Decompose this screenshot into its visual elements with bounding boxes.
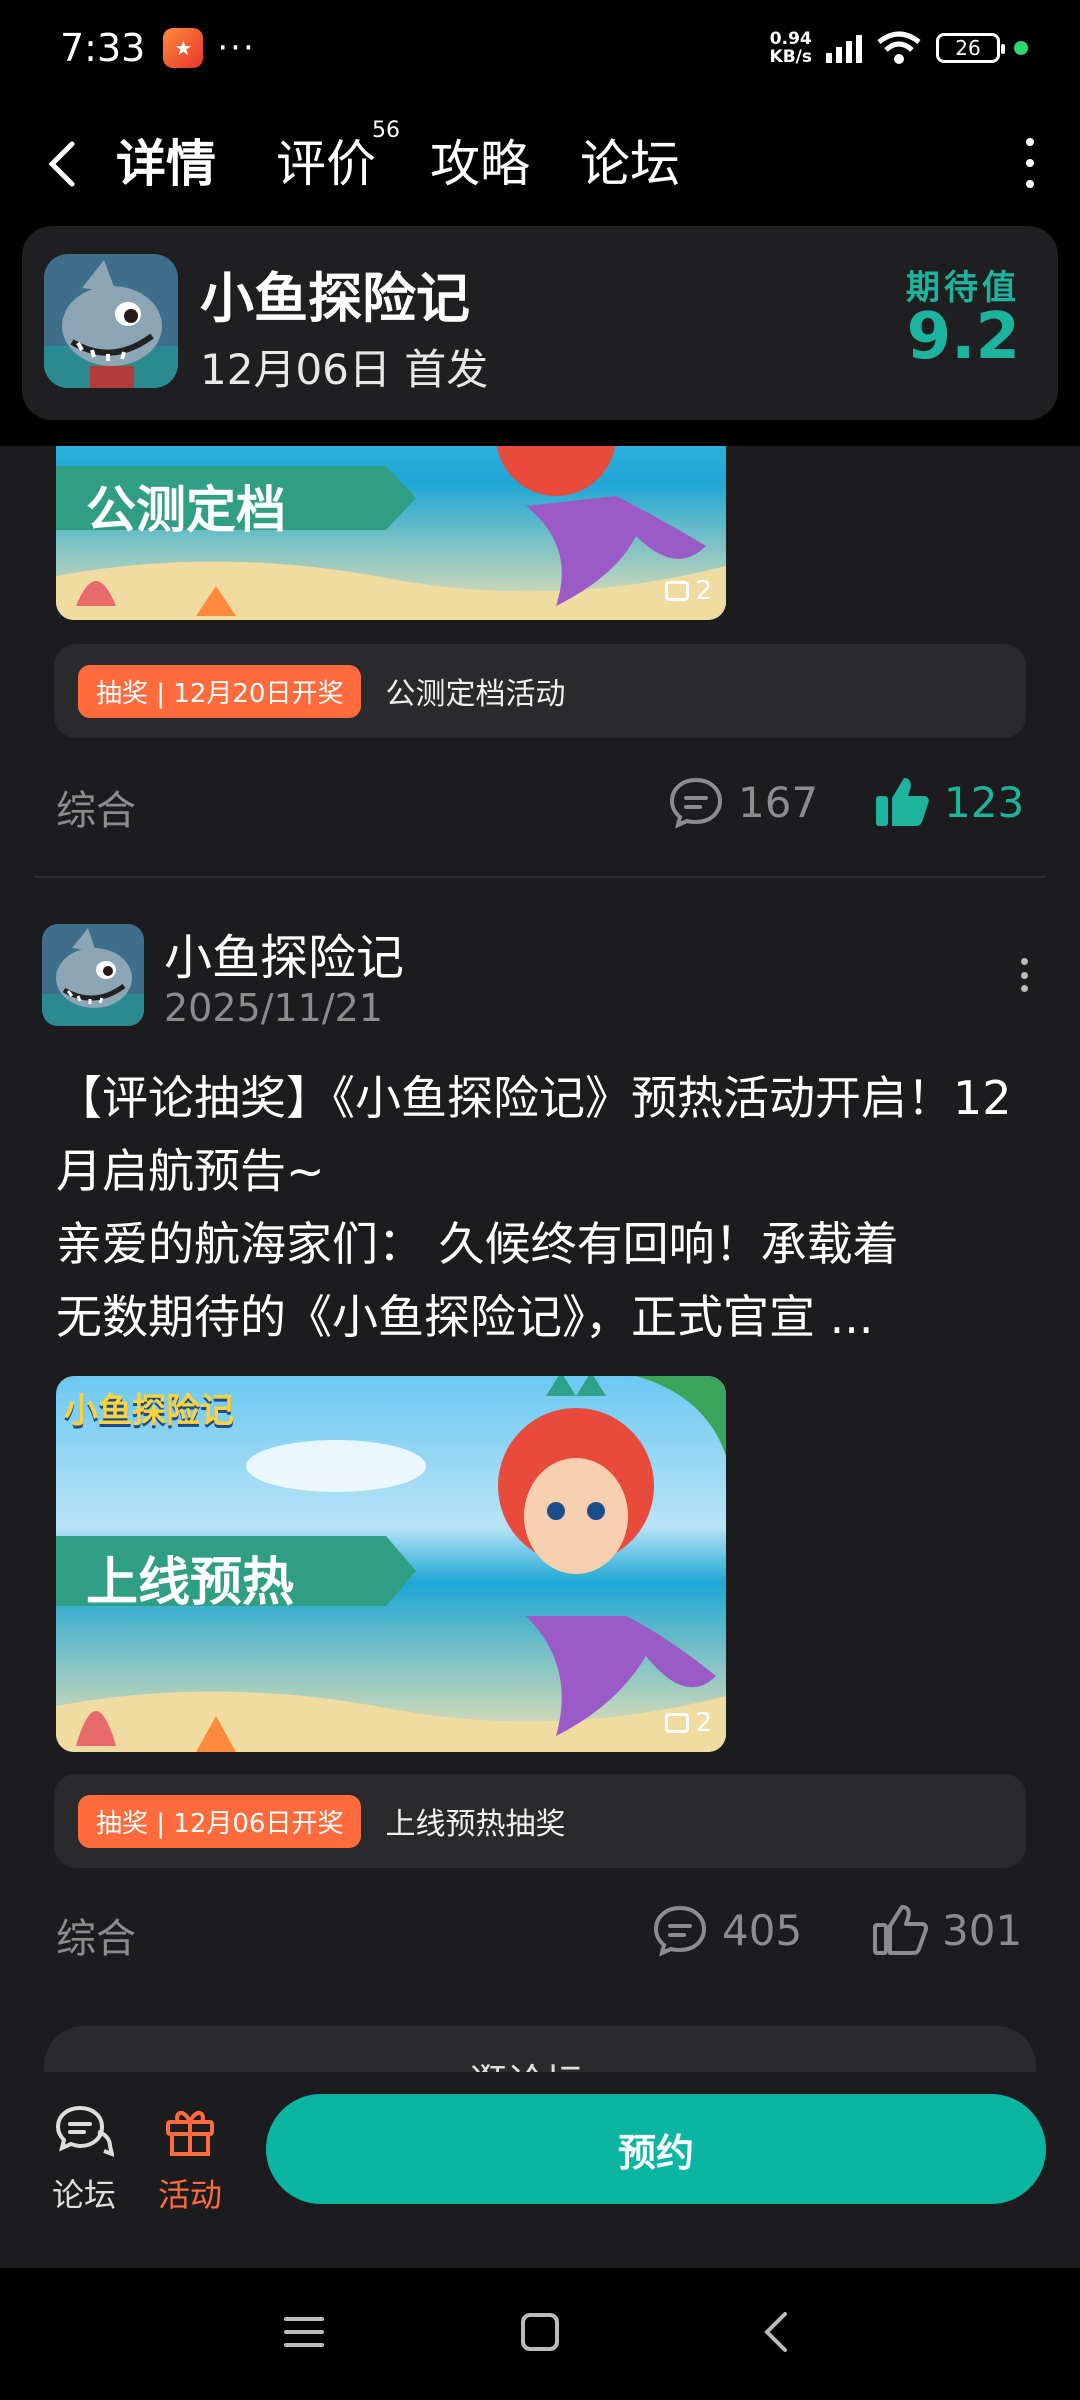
status-time: 7:33 [60,26,146,70]
tab-reviews[interactable]: 评价 56 [276,118,400,196]
like-count: 123 [944,777,1025,827]
net-speed-value: 0.94 [769,29,812,49]
lottery-entry[interactable]: 抽奖 | 12月06日开奖 上线预热抽奖 [54,1774,1026,1868]
game-header-card[interactable]: 小鱼探险记 12月06日 首发 期待值 9.2 [22,226,1058,420]
back-arrow-icon [48,141,75,187]
gift-icon [166,2111,214,2156]
network-speed: 0.94 KB/s [770,30,812,66]
tab-forum[interactable]: 论坛 [580,124,680,196]
post-more-options-button[interactable] [1018,958,1030,992]
home-button[interactable] [510,2302,570,2362]
image-count-value: 2 [695,1708,712,1738]
comment-button[interactable]: 405 [652,1904,802,1956]
back-button[interactable] [46,134,86,194]
post-banner-text: 公测定档 [86,481,286,539]
tab-details-label: 详情 [116,135,216,193]
lottery-tag: 抽奖 | 12月20日开奖 [78,664,362,718]
signal-icon [826,33,862,63]
lottery-title: 上线预热抽奖 [385,1807,566,1842]
author-name[interactable]: 小鱼探险记 [164,918,404,988]
shark-game-icon [44,254,178,388]
post-date: 2025/11/21 [164,986,384,1030]
activity-action[interactable]: 活动 [140,2102,240,2216]
wifi-icon [877,31,921,64]
game-title: 小鱼探险记 [200,267,470,330]
activity-action-label: 活动 [157,2176,222,2214]
author-avatar[interactable] [42,924,144,1026]
more-options-button[interactable] [1020,138,1040,188]
shark-avatar-image [42,924,144,1026]
comment-button[interactable]: 167 [668,776,818,828]
privacy-indicator-dot [1014,41,1028,55]
tab-details[interactable]: 详情 [116,124,216,204]
post-image[interactable]: 公测定档 2 [56,446,726,620]
post-banner-text: 上线预热 [86,1553,295,1613]
post-divider [34,876,1046,878]
post-body-line[interactable]: 无数期待的《小鱼探险记》，正式官宣 ... [56,1281,1036,1354]
game-icon [44,254,178,388]
image-icon [665,581,690,601]
like-count: 301 [942,1905,1023,1955]
lottery-title: 公测定档活动 [385,677,566,712]
system-nav-bar [0,2268,1080,2400]
post-image[interactable]: 小鱼探险记 上线预热 2 [56,1376,726,1752]
browse-forum-button[interactable]: 逛论坛 › [44,2026,1036,2072]
bottom-action-bar: 论坛 活动 预约 [0,2072,1080,2268]
battery-icon: 26 [936,33,1005,63]
tab-guides-label: 攻略 [430,135,530,193]
like-button[interactable]: 301 [872,1904,1022,1956]
game-release-date: 12月06日 首发 [200,345,489,394]
status-bar: 7:33 ★ ··· 0.94 KB/s 26 [0,0,1080,96]
post-body-line[interactable]: 亲爱的航海家们： 久候终有回响！承载着 [56,1208,1036,1281]
home-square-icon [521,2313,559,2351]
post-category[interactable]: 综合 [56,778,136,836]
net-speed-unit: KB/s [769,47,812,67]
menu-icon [284,2317,324,2347]
image-count: 2 [665,576,712,606]
forum-chat-icon [55,2105,115,2158]
comment-count: 405 [722,1905,803,1955]
expectation-score: 9.2 [906,300,1020,374]
back-chevron-icon [764,2312,787,2352]
forum-action-label: 论坛 [51,2176,116,2214]
recent-apps-button[interactable] [274,2302,334,2362]
battery-level: 26 [955,36,981,60]
forum-action[interactable]: 论坛 [34,2102,134,2216]
lottery-entry[interactable]: 抽奖 | 12月20日开奖 公测定档活动 [54,644,1026,738]
app-notification-icon: ★ [163,28,204,68]
post-title[interactable]: 【评论抽奖】《小鱼探险记》预热活动开启！12 月启航预告~ [56,1062,1036,1208]
lottery-tag: 抽奖 | 12月06日开奖 [78,1794,362,1848]
game-logo-text: 小鱼探险记 [64,1391,234,1431]
comment-icon [669,777,723,828]
reviews-count-badge: 56 [372,118,400,143]
reserve-button[interactable]: 预约 [266,2094,1046,2204]
system-back-button[interactable] [746,2302,806,2362]
post-category[interactable]: 综合 [56,1906,136,1964]
image-count: 2 [665,1708,712,1738]
tab-forum-label: 论坛 [580,135,680,193]
more-notifications-icon: ··· [217,28,256,68]
post-feed[interactable]: 公测定档 2 抽奖 | 12月20日开奖 公测定档活动 综合 167 123 小… [0,446,1080,2072]
like-button[interactable]: 123 [874,776,1024,828]
thumbs-up-filled-icon [876,778,929,826]
tab-reviews-label: 评价 [276,135,376,193]
top-nav: 详情 评价 56 攻略 论坛 [0,96,1080,226]
image-count-value: 2 [695,576,712,606]
comment-count: 167 [738,777,819,827]
comment-icon [653,1905,707,1956]
image-icon [665,1713,690,1733]
tab-guides[interactable]: 攻略 [430,124,530,196]
thumbs-up-icon [873,1905,928,1955]
